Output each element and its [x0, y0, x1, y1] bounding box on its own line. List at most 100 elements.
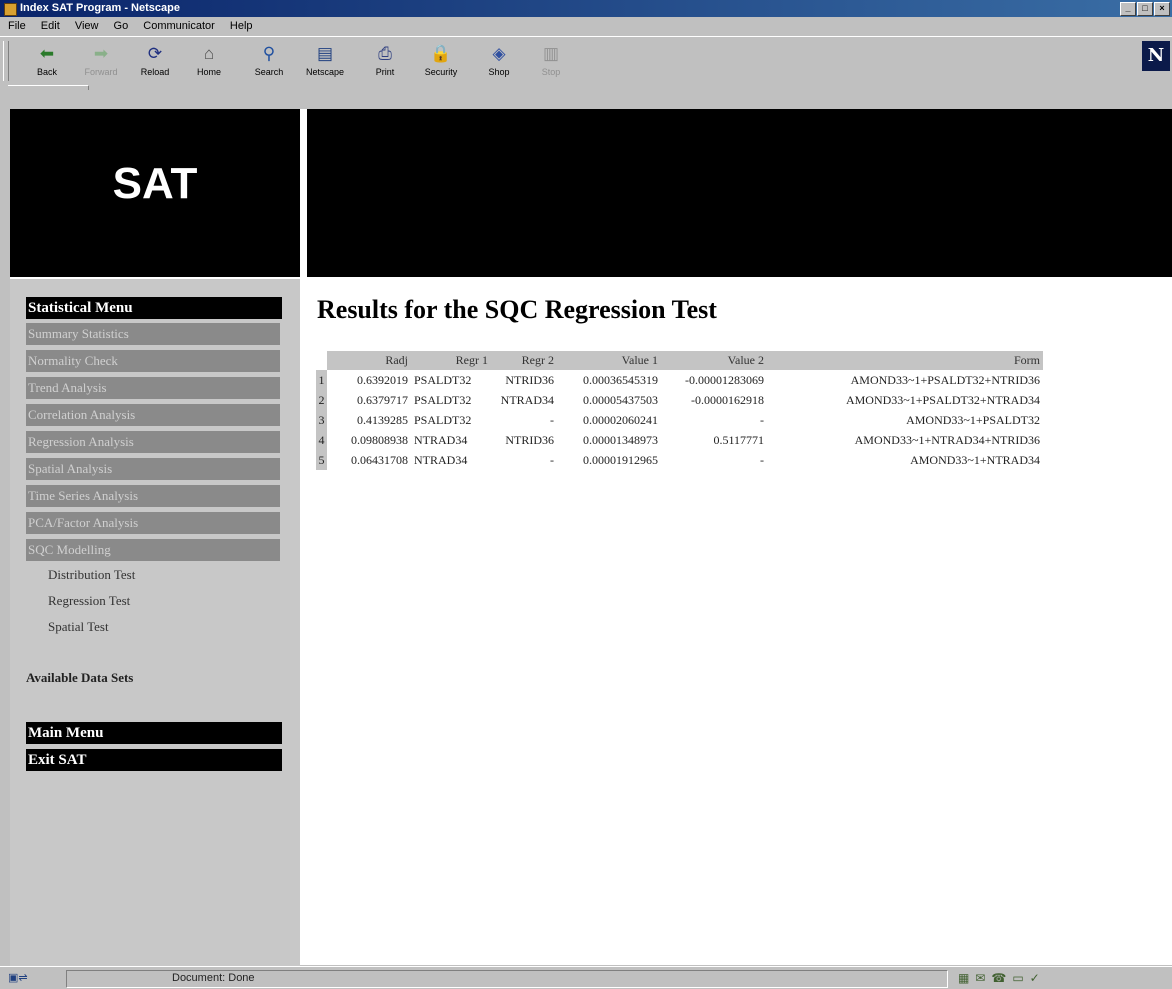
exit-sat-link[interactable]: Exit SAT	[26, 749, 282, 771]
cell-regr1: PSALDT32	[414, 372, 472, 387]
minimize-button[interactable]: _	[1120, 2, 1136, 16]
window-titlebar[interactable]: Index SAT Program - Netscape _ □ ×	[0, 0, 1172, 17]
column-header-radj: Radj	[327, 351, 411, 370]
sidebar-item-regression-analysis[interactable]: Regression Analysis	[26, 431, 280, 453]
table-row: 4 0.09808938 NTRAD34 NTRID36 0.000013489…	[316, 430, 1043, 450]
menu-go[interactable]: Go	[114, 20, 129, 32]
search-icon: ⚲	[262, 44, 276, 63]
shop-label: Shop	[488, 67, 510, 77]
cell-form: AMOND33~1+PSALDT32+NTRID36	[850, 372, 1040, 387]
reload-button[interactable]: ⟳ Reload	[134, 41, 176, 81]
row-index: 3	[316, 410, 327, 430]
main-menu-link[interactable]: Main Menu	[26, 722, 282, 744]
column-header-regr1: Regr 1	[411, 351, 491, 370]
menu-communicator[interactable]: Communicator	[143, 20, 215, 32]
location-bar-collapsed	[0, 85, 1172, 91]
cell-value1: 0.00036545319	[583, 372, 658, 387]
cell-regr2: -	[550, 412, 554, 427]
sidebar-item-pca-factor-analysis[interactable]: PCA/Factor Analysis	[26, 512, 280, 534]
sidebar-item-normality-check[interactable]: Normality Check	[26, 350, 280, 372]
security-lock-icon: 🔒	[430, 44, 452, 63]
window-controls: _ □ ×	[1120, 2, 1170, 16]
stop-label: Stop	[541, 67, 561, 77]
netscape-icon: ▤	[316, 44, 334, 63]
cell-regr1: NTRAD34	[414, 432, 468, 447]
cell-value2: -	[760, 452, 764, 467]
search-label: Search	[254, 67, 284, 77]
home-button[interactable]: ⌂ Home	[188, 41, 230, 81]
stop-button[interactable]: ▥ Stop	[530, 41, 572, 81]
reload-icon: ⟳	[147, 44, 163, 63]
toolbar-grip[interactable]	[3, 41, 9, 81]
sat-logo: SAT	[112, 159, 198, 208]
navigation-toolbar: ⬅ Back ➡ Forward ⟳ Reload ⌂ Home ⚲ Searc…	[0, 36, 1172, 86]
maximize-button[interactable]: □	[1137, 2, 1153, 16]
reload-label: Reload	[140, 67, 170, 77]
table-row: 1 0.6392019 PSALDT32 NTRID36 0.000365453…	[316, 370, 1043, 390]
sidebar-item-sqc-modelling[interactable]: SQC Modelling	[26, 539, 280, 561]
home-icon: ⌂	[203, 44, 215, 63]
print-button[interactable]: ⎙ Print	[364, 41, 406, 81]
menu-edit[interactable]: Edit	[41, 20, 60, 32]
netscape-logo[interactable]: N	[1142, 41, 1170, 71]
netscape-label: Netscape	[305, 67, 345, 77]
component-bar-icons[interactable]: ▦✉☎▭✓	[958, 971, 1168, 985]
menu-help[interactable]: Help	[230, 20, 253, 32]
subitem-distribution-test[interactable]: Distribution Test	[48, 567, 135, 583]
subitem-regression-test[interactable]: Regression Test	[48, 593, 130, 609]
cell-value1: 0.00001912965	[583, 452, 658, 467]
cell-value1: 0.00002060241	[583, 412, 658, 427]
cell-regr1: PSALDT32	[414, 412, 472, 427]
column-header-value2: Value 2	[661, 351, 767, 370]
sidebar-item-spatial-analysis[interactable]: Spatial Analysis	[26, 458, 280, 480]
cell-form: AMOND33~1+PSALDT32+NTRAD34	[845, 392, 1040, 407]
page-title: Results for the SQC Regression Test	[317, 295, 717, 324]
row-index: 2	[316, 390, 327, 410]
sidebar-item-correlation-analysis[interactable]: Correlation Analysis	[26, 404, 280, 426]
cell-radj: 0.09808938	[351, 432, 408, 447]
search-button[interactable]: ⚲ Search	[248, 41, 290, 81]
sidebar-item-time-series-analysis[interactable]: Time Series Analysis	[26, 485, 280, 507]
print-icon: ⎙	[378, 44, 392, 63]
shop-icon: ◈	[492, 44, 506, 63]
location-bar-tab[interactable]	[8, 85, 89, 90]
netscape-window-icon[interactable]	[4, 3, 17, 16]
shop-button[interactable]: ◈ Shop	[478, 41, 520, 81]
available-data-sets-link[interactable]: Available Data Sets	[26, 670, 133, 686]
forward-label: Forward	[84, 67, 118, 77]
security-button[interactable]: 🔒 Security	[420, 41, 462, 81]
column-header-value1: Value 1	[557, 351, 661, 370]
sidebar-item-trend-analysis[interactable]: Trend Analysis	[26, 377, 280, 399]
cell-radj: 0.6392019	[357, 372, 408, 387]
banner-left: SAT	[10, 109, 300, 277]
subitem-spatial-test[interactable]: Spatial Test	[48, 619, 109, 635]
forward-button[interactable]: ➡ Forward	[80, 41, 122, 81]
table-row: 3 0.4139285 PSALDT32 - 0.00002060241 - A…	[316, 410, 1043, 430]
results-table: Radj Regr 1 Regr 2 Value 1 Value 2 Form …	[316, 351, 1043, 470]
close-button[interactable]: ×	[1154, 2, 1170, 16]
connection-status-icon[interactable]: ▣⇌	[8, 971, 48, 985]
row-index: 5	[316, 450, 327, 470]
back-button[interactable]: ⬅ Back	[26, 41, 68, 81]
index-header	[316, 351, 327, 370]
cell-value2: -0.00001283069	[685, 372, 764, 387]
banner-right	[307, 109, 1172, 277]
menu-file[interactable]: File	[8, 20, 26, 32]
cell-regr2: NTRID36	[505, 372, 554, 387]
forward-arrow-icon: ➡	[93, 44, 109, 63]
sidebar-item-summary-statistics[interactable]: Summary Statistics	[26, 323, 280, 345]
column-header-regr2: Regr 2	[491, 351, 557, 370]
table-row: 2 0.6379717 PSALDT32 NTRAD34 0.000054375…	[316, 390, 1043, 410]
cell-regr1: NTRAD34	[414, 452, 468, 467]
back-arrow-icon: ⬅	[39, 44, 55, 63]
cell-value2: -	[760, 412, 764, 427]
status-text: Document: Done	[172, 972, 255, 984]
netscape-button[interactable]: ▤ Netscape	[304, 41, 346, 81]
statistical-menu-heading: Statistical Menu	[26, 297, 282, 319]
cell-regr2: -	[550, 452, 554, 467]
print-label: Print	[375, 67, 395, 77]
cell-regr1: PSALDT32	[414, 392, 472, 407]
cell-regr2: NTRID36	[505, 432, 554, 447]
menu-view[interactable]: View	[75, 20, 99, 32]
cell-radj: 0.06431708	[351, 452, 408, 467]
